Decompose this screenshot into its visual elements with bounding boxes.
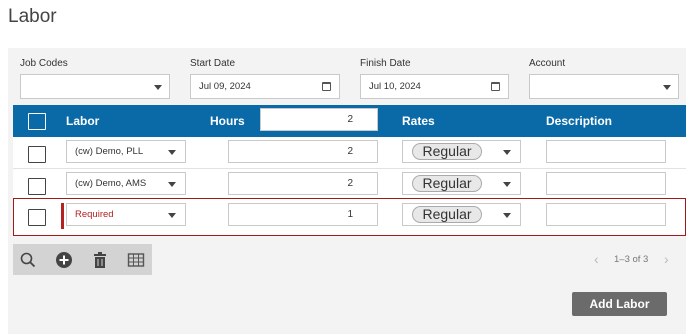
description-input[interactable] — [546, 172, 666, 195]
chevron-down-icon — [168, 213, 176, 218]
header-description: Description — [546, 114, 613, 128]
rate-chip: Regular — [412, 206, 482, 223]
row-checkbox[interactable] — [28, 209, 46, 226]
labor-value: (cw) Demo, PLL — [75, 146, 144, 157]
calendar-icon[interactable] — [322, 82, 331, 91]
job-codes-label: Job Codes — [20, 58, 68, 69]
table-icon[interactable] — [127, 251, 145, 269]
search-icon[interactable] — [19, 251, 37, 269]
start-date-value: Jul 09, 2024 — [199, 81, 251, 92]
trash-icon[interactable] — [91, 251, 109, 269]
add-labor-button[interactable]: Add Labor — [572, 292, 667, 316]
rate-select[interactable]: Regular — [402, 172, 521, 195]
chevron-down-icon — [503, 150, 511, 155]
error-indicator — [61, 203, 64, 229]
chevron-down-icon — [168, 150, 176, 155]
start-date-label: Start Date — [190, 58, 236, 69]
labor-select[interactable]: (cw) Demo, PLL — [66, 140, 186, 163]
header-labor: Labor — [66, 114, 100, 128]
prev-page-icon[interactable]: ‹ — [594, 251, 599, 267]
chevron-down-icon — [168, 182, 176, 187]
table-row: (cw) Demo, AMS 2 Regular — [13, 169, 686, 201]
description-input[interactable] — [546, 203, 666, 226]
chevron-down-icon — [503, 182, 511, 187]
job-codes-select[interactable] — [20, 74, 170, 99]
labor-select[interactable]: (cw) Demo, AMS — [66, 172, 186, 195]
start-date-input[interactable]: Jul 09, 2024 — [190, 74, 340, 99]
hours-input[interactable]: 2 — [228, 140, 378, 163]
hours-input[interactable]: 1 — [228, 203, 378, 226]
rate-select[interactable]: Regular — [402, 203, 521, 226]
finish-date-value: Jul 10, 2024 — [369, 81, 421, 92]
account-label: Account — [529, 58, 566, 69]
finish-date-input[interactable]: Jul 10, 2024 — [360, 74, 509, 99]
next-page-icon[interactable]: › — [664, 251, 669, 267]
add-icon[interactable] — [55, 251, 73, 269]
hours-input[interactable]: 2 — [228, 172, 378, 195]
calendar-icon[interactable] — [491, 82, 500, 91]
chevron-down-icon — [663, 85, 671, 90]
account-select[interactable] — [529, 74, 679, 99]
row-checkbox[interactable] — [28, 178, 46, 195]
select-all-checkbox[interactable] — [28, 113, 46, 130]
table-row-error: Required 1 Regular — [13, 198, 686, 236]
rate-chip: Regular — [412, 143, 482, 160]
table-row: (cw) Demo, PLL 2 Regular — [13, 137, 686, 169]
rate-select[interactable]: Regular — [402, 140, 521, 163]
table-toolbar — [13, 244, 152, 275]
labor-value: (cw) Demo, AMS — [75, 178, 147, 189]
description-input[interactable] — [546, 140, 666, 163]
hours-bulk-input[interactable]: 2 — [260, 108, 378, 131]
labor-select[interactable]: Required — [66, 203, 186, 226]
pager-text: 1–3 of 3 — [614, 254, 649, 265]
rate-chip: Regular — [412, 175, 482, 192]
finish-date-label: Finish Date — [360, 58, 411, 69]
row-checkbox[interactable] — [28, 146, 46, 163]
chevron-down-icon — [154, 85, 162, 90]
page-title: Labor — [8, 6, 57, 27]
header-hours: Hours — [210, 114, 245, 128]
chevron-down-icon — [503, 213, 511, 218]
table-header: Labor Hours 2 Rates Description — [13, 105, 686, 137]
header-rates: Rates — [402, 114, 435, 128]
labor-value: Required — [75, 209, 114, 220]
